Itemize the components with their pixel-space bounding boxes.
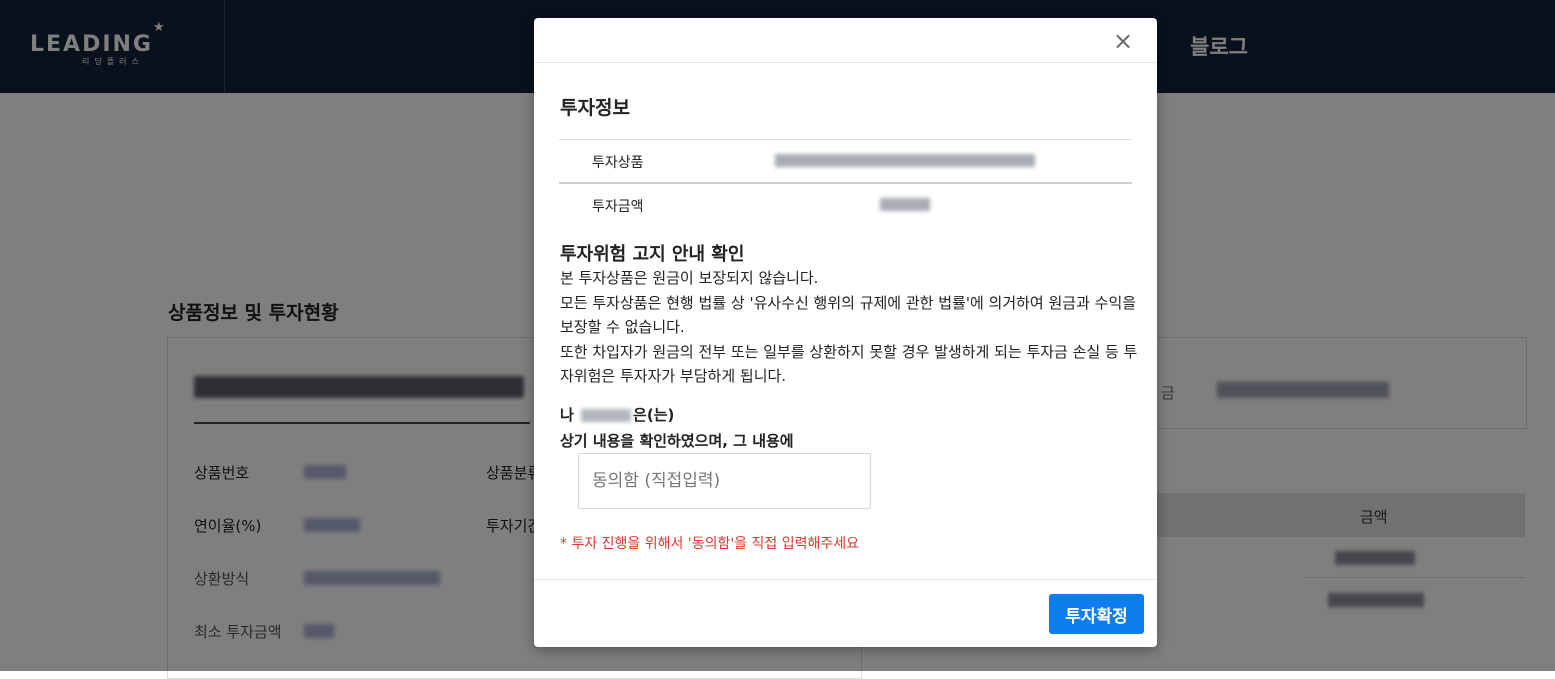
label-investment-product: 투자상품 (592, 155, 644, 171)
modal-header-divider (534, 62, 1157, 63)
investment-modal: × 투자정보 투자상품 투자금액 투자위험 고지 안내 확인 본 투자상품은 원… (534, 18, 1157, 647)
modal-footer-divider (534, 579, 1157, 580)
agree-statement-line2: 상기 내용을 확인하였으며, 그 내용에 (560, 432, 794, 450)
agree-suffix: 은(는) (633, 406, 675, 424)
risk-line: 모든 투자상품은 현행 법률 상 '유사수신 행위의 규제에 관한 법률'에 의… (560, 293, 1137, 337)
risk-notice-text: 본 투자상품은 원금이 보장되지 않습니다. 모든 투자상품은 현행 법률 상 … (560, 266, 1140, 389)
table-row: 투자금액 (559, 182, 1132, 226)
close-icon[interactable]: × (1113, 26, 1133, 56)
risk-line: 본 투자상품은 원금이 보장되지 않습니다. (560, 269, 819, 287)
risk-notice-title: 투자위험 고지 안내 확인 (560, 244, 745, 265)
agree-warning: * 투자 진행을 위해서 '동의함'을 직접 입력해주세요 (560, 536, 859, 552)
agree-statement: 나 은(는) (560, 404, 674, 425)
risk-line: 또한 차입자가 원금의 전부 또는 일부를 상환하지 못할 경우 발생하게 되는… (560, 342, 1138, 386)
modal-title: 투자정보 (560, 97, 630, 119)
table-row: 투자상품 (559, 139, 1132, 182)
label-investment-amount: 투자금액 (592, 199, 644, 215)
redacted-investment-amount (880, 198, 930, 211)
agree-input[interactable] (578, 453, 871, 509)
redacted-user-name (581, 409, 632, 422)
investment-info-table: 투자상품 투자금액 (559, 139, 1132, 226)
confirm-investment-button[interactable]: 투자확정 (1049, 594, 1144, 634)
agree-prefix: 나 (560, 406, 574, 424)
redacted-investment-product (775, 154, 1035, 167)
